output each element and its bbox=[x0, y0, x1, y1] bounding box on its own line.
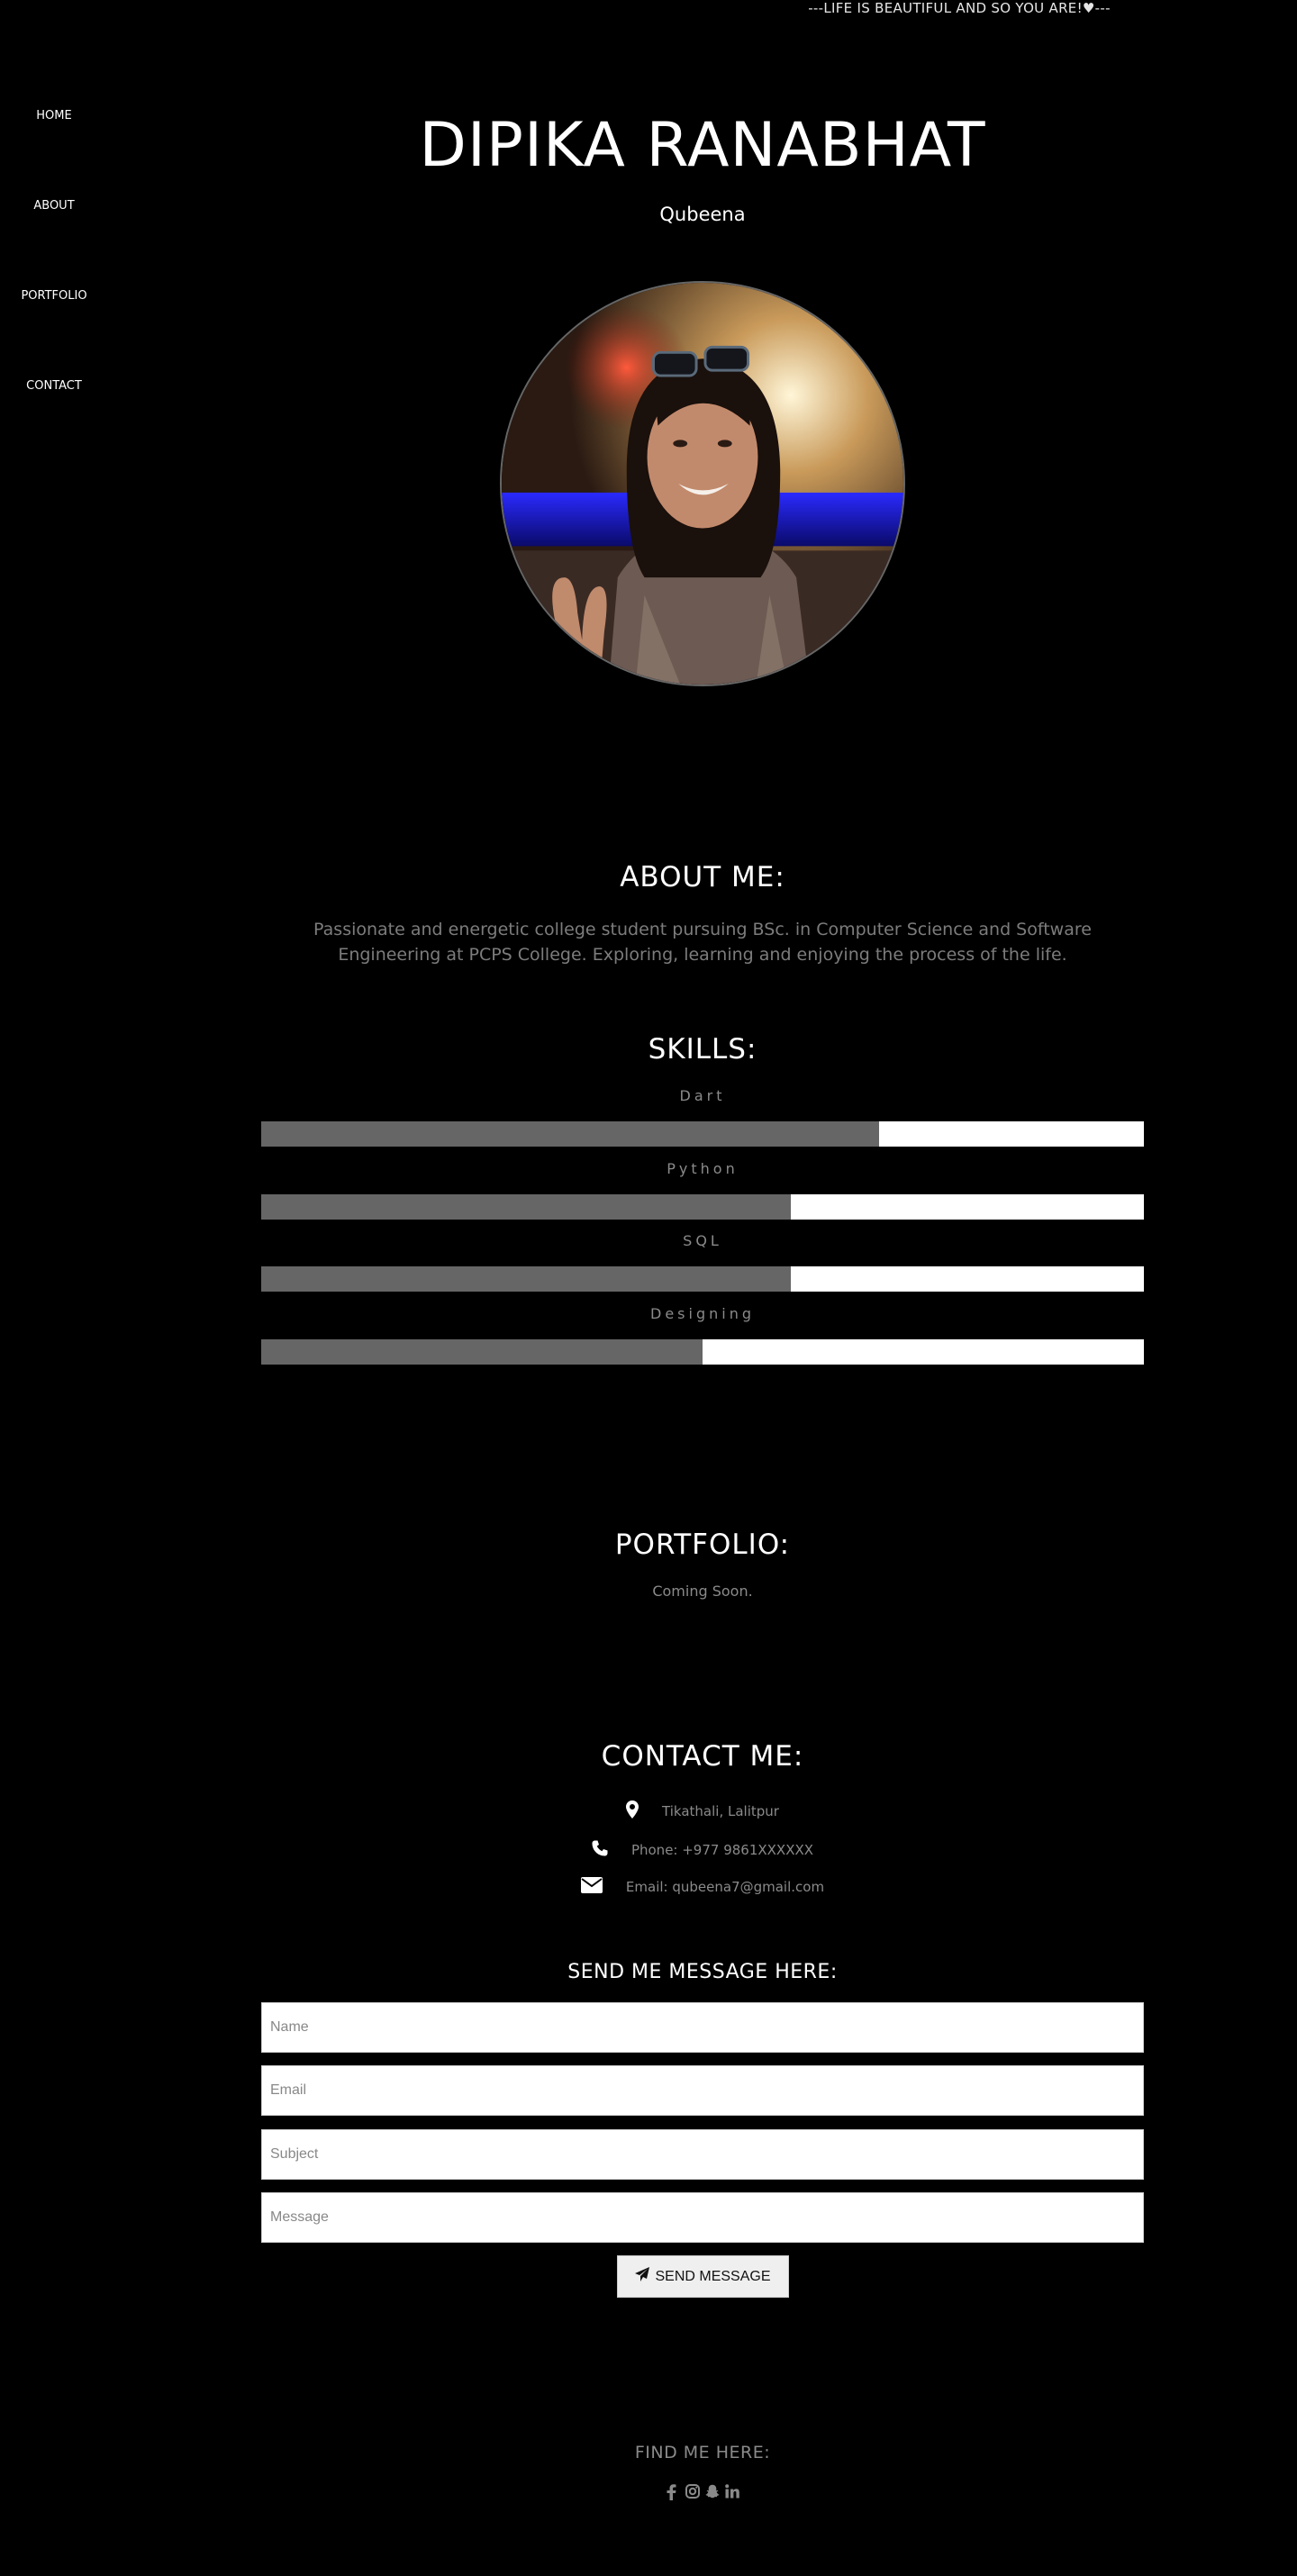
portfolio-note: Coming Soon. bbox=[652, 1583, 753, 1600]
social-links bbox=[261, 2484, 1144, 2500]
snapchat-icon[interactable] bbox=[705, 2484, 720, 2500]
skills-title: SKILLS: bbox=[648, 1033, 757, 1066]
page: ---LIFE IS BEAUTIFUL AND SO YOU ARE!♥---… bbox=[0, 0, 1297, 2576]
profile-photo-icon bbox=[502, 283, 903, 685]
nav-contact[interactable]: CONTACT bbox=[26, 369, 82, 459]
map-marker-icon bbox=[626, 1800, 639, 1822]
name-input[interactable] bbox=[261, 2002, 1144, 2053]
find-me-heading: FIND ME HERE: bbox=[634, 2443, 771, 2463]
send-message-label: SEND MESSAGE bbox=[655, 2268, 771, 2284]
skill-bar-sql bbox=[261, 1266, 1144, 1292]
skill-bar-python bbox=[261, 1194, 1144, 1220]
nav-portfolio[interactable]: PORTFOLIO bbox=[21, 279, 86, 369]
instagram-icon[interactable] bbox=[685, 2484, 700, 2500]
skill-fill-sql bbox=[261, 1266, 791, 1292]
skill-label-dart: Dart bbox=[679, 1087, 726, 1104]
avatar bbox=[500, 281, 905, 686]
contact-address: Tikathali, Lalitpur bbox=[261, 1798, 1144, 1825]
phone-icon bbox=[592, 1840, 608, 1860]
skill-fill-designing bbox=[261, 1339, 703, 1365]
subject-input[interactable] bbox=[261, 2129, 1144, 2180]
nav-about[interactable]: ABOUT bbox=[33, 189, 74, 279]
about-title: ABOUT ME: bbox=[620, 861, 785, 893]
send-message-button[interactable]: SEND MESSAGE bbox=[617, 2255, 789, 2298]
skill-bar-designing bbox=[261, 1339, 1144, 1365]
contact-email: Email: qubeena7@gmail.com bbox=[261, 1873, 1144, 1900]
skill-label-python: Python bbox=[667, 1160, 739, 1177]
contact-phone: Phone: +977 9861XXXXXX bbox=[261, 1837, 1144, 1864]
contact-title: CONTACT ME: bbox=[601, 1740, 804, 1773]
envelope-icon bbox=[580, 1877, 603, 1897]
about-text: Passionate and energetic college student… bbox=[313, 920, 1092, 965]
skill-fill-dart bbox=[261, 1121, 879, 1147]
contact-email-text: Email: qubeena7@gmail.com bbox=[625, 1879, 825, 1895]
linkedin-icon[interactable] bbox=[725, 2484, 739, 2500]
contact-phone-text: Phone: +977 9861XXXXXX bbox=[630, 1842, 814, 1858]
hero-name: DIPIKA RANABHAT bbox=[419, 110, 986, 181]
skill-label-designing: Designing bbox=[650, 1305, 755, 1322]
nav-home[interactable]: HOME bbox=[36, 99, 71, 189]
paper-plane-icon bbox=[635, 2267, 650, 2286]
form-heading: SEND ME MESSAGE HERE: bbox=[567, 1961, 838, 1983]
skill-bar-dart bbox=[261, 1121, 1144, 1147]
tagline: ---LIFE IS BEAUTIFUL AND SO YOU ARE!♥--- bbox=[808, 0, 1111, 16]
skill-label-sql: SQL bbox=[683, 1232, 722, 1249]
skill-fill-python bbox=[261, 1194, 791, 1220]
hero-nickname: Qubeena bbox=[659, 204, 746, 225]
facebook-icon[interactable] bbox=[666, 2484, 680, 2500]
contact-address-text: Tikathali, Lalitpur bbox=[662, 1803, 779, 1819]
portfolio-title: PORTFOLIO: bbox=[614, 1528, 791, 1561]
message-input[interactable] bbox=[261, 2192, 1144, 2243]
side-navigation: HOME ABOUT PORTFOLIO CONTACT bbox=[0, 99, 108, 459]
email-input[interactable] bbox=[261, 2065, 1144, 2116]
